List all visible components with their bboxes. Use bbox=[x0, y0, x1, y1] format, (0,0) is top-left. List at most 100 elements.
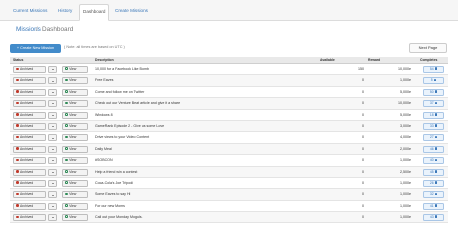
completes-count: 37 bbox=[429, 101, 434, 106]
view-button[interactable]: View bbox=[62, 145, 88, 153]
status-dropdown-toggle[interactable] bbox=[48, 111, 57, 119]
search-icon bbox=[65, 124, 68, 127]
status-label: Archived bbox=[20, 78, 34, 83]
completes-button[interactable]: 54 bbox=[423, 66, 444, 73]
view-button[interactable]: View bbox=[62, 122, 88, 130]
view-button[interactable]: View bbox=[62, 77, 88, 85]
status-dropdown-toggle[interactable] bbox=[48, 66, 57, 73]
archived-status-icon bbox=[16, 158, 19, 162]
reward-amount: 1,000e bbox=[400, 180, 411, 185]
status-archived-button[interactable]: Archived bbox=[13, 179, 46, 187]
search-icon bbox=[65, 147, 68, 150]
status-archived-button[interactable]: Archived bbox=[13, 214, 46, 222]
archived-status-icon bbox=[16, 135, 19, 139]
status-archived-button[interactable]: Archived bbox=[13, 100, 46, 108]
available-count: 150 bbox=[358, 67, 364, 71]
status-dropdown-toggle[interactable] bbox=[48, 168, 57, 176]
search-icon bbox=[65, 181, 68, 184]
view-button[interactable]: View bbox=[62, 157, 88, 165]
completes-button[interactable]: 26 bbox=[423, 179, 444, 187]
view-button[interactable]: View bbox=[62, 88, 88, 96]
header-description: Description bbox=[95, 58, 114, 62]
status-dropdown-toggle[interactable] bbox=[48, 145, 57, 153]
search-icon bbox=[65, 67, 68, 70]
completes-button[interactable]: 37 bbox=[423, 100, 444, 108]
available-count: 0 bbox=[362, 123, 364, 128]
completes-button[interactable]: 45 bbox=[423, 168, 444, 176]
table-row: Archived View Drive views to your Video Co… bbox=[10, 132, 448, 144]
status-dropdown-toggle[interactable] bbox=[48, 100, 57, 108]
view-button[interactable]: View bbox=[62, 168, 88, 176]
completes-button[interactable]: 50 bbox=[423, 88, 444, 96]
status-archived-button[interactable]: Archived bbox=[13, 191, 46, 199]
missions-table: Status Description Available Reward Comp… bbox=[10, 57, 448, 224]
status-dropdown-toggle[interactable] bbox=[48, 202, 57, 210]
view-button[interactable]: View bbox=[62, 134, 88, 142]
status-archived-button[interactable]: Archived bbox=[13, 145, 46, 153]
status-archived-button[interactable]: Archived bbox=[13, 202, 46, 210]
status-dropdown-toggle[interactable] bbox=[48, 191, 57, 199]
view-label: View bbox=[69, 78, 77, 83]
tab-create-missions[interactable]: Create Missions bbox=[112, 4, 151, 21]
status-dropdown-toggle[interactable] bbox=[48, 77, 57, 85]
view-button[interactable]: View bbox=[62, 100, 88, 108]
reward-amount: 10,000e bbox=[398, 101, 411, 106]
status-dropdown-toggle[interactable] bbox=[48, 88, 57, 96]
status-dropdown-toggle[interactable] bbox=[48, 179, 57, 187]
status-archived-button[interactable]: Archived bbox=[13, 88, 46, 96]
status-archived-button[interactable]: Archived bbox=[13, 111, 46, 119]
mission-description: Help a friend win a contest bbox=[95, 169, 138, 174]
tab-dashboard[interactable]: Dashboard bbox=[79, 4, 110, 21]
top-navigation: Current Missions History Dashboard Creat… bbox=[0, 0, 458, 21]
completes-button[interactable]: 18 bbox=[423, 111, 444, 119]
status-dropdown-toggle[interactable] bbox=[48, 122, 57, 130]
status-label: Archived bbox=[20, 169, 34, 174]
completes-count: 43 bbox=[429, 215, 434, 220]
completes-count: 27 bbox=[429, 135, 434, 140]
completes-count: 18 bbox=[429, 112, 434, 117]
tab-current-missions[interactable]: Current Missions bbox=[10, 4, 50, 21]
reward-amount: 5,000e bbox=[400, 89, 411, 94]
completes-button[interactable]: 33 bbox=[423, 122, 444, 130]
view-button[interactable]: View bbox=[62, 66, 88, 73]
completes-button[interactable]: 27 bbox=[423, 134, 444, 142]
completes-button[interactable]: 32 bbox=[423, 191, 444, 199]
status-label: Archived bbox=[20, 135, 34, 140]
status-archived-button[interactable]: Archived bbox=[13, 157, 46, 165]
view-button[interactable]: View bbox=[62, 191, 88, 199]
view-label: View bbox=[69, 135, 77, 140]
status-archived-button[interactable]: Archived bbox=[13, 134, 46, 142]
archived-status-icon bbox=[16, 101, 19, 105]
status-archived-button[interactable]: Archived bbox=[13, 77, 46, 85]
status-archived-button[interactable]: Archived bbox=[13, 122, 46, 130]
completes-button[interactable]: 46 bbox=[423, 145, 444, 153]
search-icon bbox=[65, 135, 68, 139]
utc-note: ( Note: all times are based on UTC ) bbox=[64, 45, 125, 49]
view-button[interactable]: View bbox=[62, 202, 88, 210]
status-archived-button[interactable]: Archived bbox=[13, 66, 46, 73]
mission-description: Check out our Venture Beat article and g… bbox=[95, 101, 181, 106]
completes-button[interactable]: 41 bbox=[423, 202, 444, 210]
completes-button[interactable]: 40 bbox=[423, 157, 444, 165]
mission-description: Some Eaves to say Hi bbox=[95, 192, 131, 197]
view-button[interactable]: View bbox=[62, 179, 88, 187]
view-button[interactable]: View bbox=[62, 111, 88, 119]
user-icon bbox=[434, 112, 438, 116]
next-page-button[interactable]: Next Page bbox=[409, 43, 447, 53]
create-new-mission-button[interactable]: + Create New Mission bbox=[10, 44, 61, 53]
reward-amount: 3,000e bbox=[400, 123, 411, 128]
mission-description: Come and follow me on Twitter bbox=[95, 89, 145, 94]
view-label: View bbox=[69, 67, 77, 71]
completes-button[interactable]: 43 bbox=[423, 214, 444, 222]
view-label: View bbox=[69, 180, 77, 185]
status-archived-button[interactable]: Archived bbox=[13, 168, 46, 176]
mission-description: Daily Meal bbox=[95, 146, 112, 151]
status-label: Archived bbox=[20, 158, 34, 163]
view-button[interactable]: View bbox=[62, 214, 88, 222]
status-dropdown-toggle[interactable] bbox=[48, 214, 57, 222]
completes-button[interactable]: 5 bbox=[423, 77, 444, 85]
archived-status-icon bbox=[16, 90, 19, 93]
tab-history[interactable]: History bbox=[55, 4, 75, 21]
status-dropdown-toggle[interactable] bbox=[48, 157, 57, 165]
status-dropdown-toggle[interactable] bbox=[48, 134, 57, 142]
